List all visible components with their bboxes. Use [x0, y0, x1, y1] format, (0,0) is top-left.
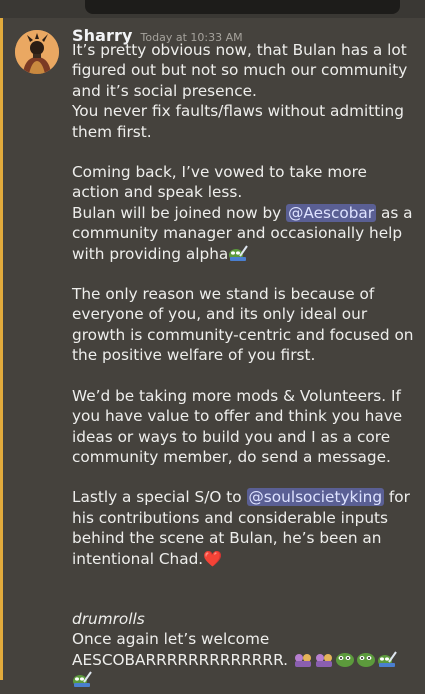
paragraph-1-line-2: You never fix faults/flaws without admit… — [72, 102, 404, 141]
top-overlay — [85, 0, 400, 14]
pepe-dance-emoji[interactable] — [293, 650, 313, 668]
pepe-writing-emoji[interactable] — [377, 650, 397, 668]
pepe-writing-emoji[interactable] — [72, 670, 92, 688]
paragraph-6-line-3: AESCOBARRRRRRRRRRRRR. — [72, 650, 414, 691]
mention-soulsocietyking[interactable]: @soulsocietyking — [246, 488, 385, 507]
pepe-cute-emoji[interactable] — [335, 650, 355, 668]
chat-message[interactable]: Sharry Today at 10:33 AM It’s pretty obvi… — [0, 18, 425, 688]
mention-aescobar[interactable]: @Aescobar — [286, 203, 377, 222]
paragraph-5-text-a: Lastly a special S/O to — [72, 488, 247, 507]
pepe-dance-emoji[interactable] — [314, 650, 334, 668]
drumrolls-text: drumrolls — [72, 609, 145, 628]
pepe-writing-emoji[interactable] — [228, 244, 249, 262]
paragraph-5: Lastly a special S/O to @soulsocietyking… — [72, 487, 414, 569]
paragraph-4: We’d be taking more mods & Volunteers. I… — [72, 386, 403, 466]
top-bar — [0, 0, 425, 18]
message-content: It’s pretty obvious now, that Bulan has … — [72, 40, 414, 691]
paragraph-6-text: AESCOBARRRRRRRRRRRRR. — [72, 650, 289, 669]
paragraph-2-text-a: Bulan will be joined now by — [72, 203, 287, 222]
paragraph-3: The only reason we stand is because of e… — [72, 285, 414, 365]
paragraph-2-line-1: Coming back, I’ve vowed to take more act… — [72, 163, 367, 202]
pepe-cute-emoji[interactable] — [356, 650, 376, 668]
paragraph-1-line-1: It’s pretty obvious now, that Bulan has … — [72, 41, 408, 100]
paragraph-2-line-2: Bulan will be joined now by @Aescobar as… — [72, 203, 414, 264]
paragraph-6-line-2: Once again let’s welcome — [72, 630, 270, 649]
avatar[interactable] — [15, 30, 59, 74]
heart-emoji: ❤️ — [203, 549, 223, 568]
avatar-image — [15, 30, 59, 74]
